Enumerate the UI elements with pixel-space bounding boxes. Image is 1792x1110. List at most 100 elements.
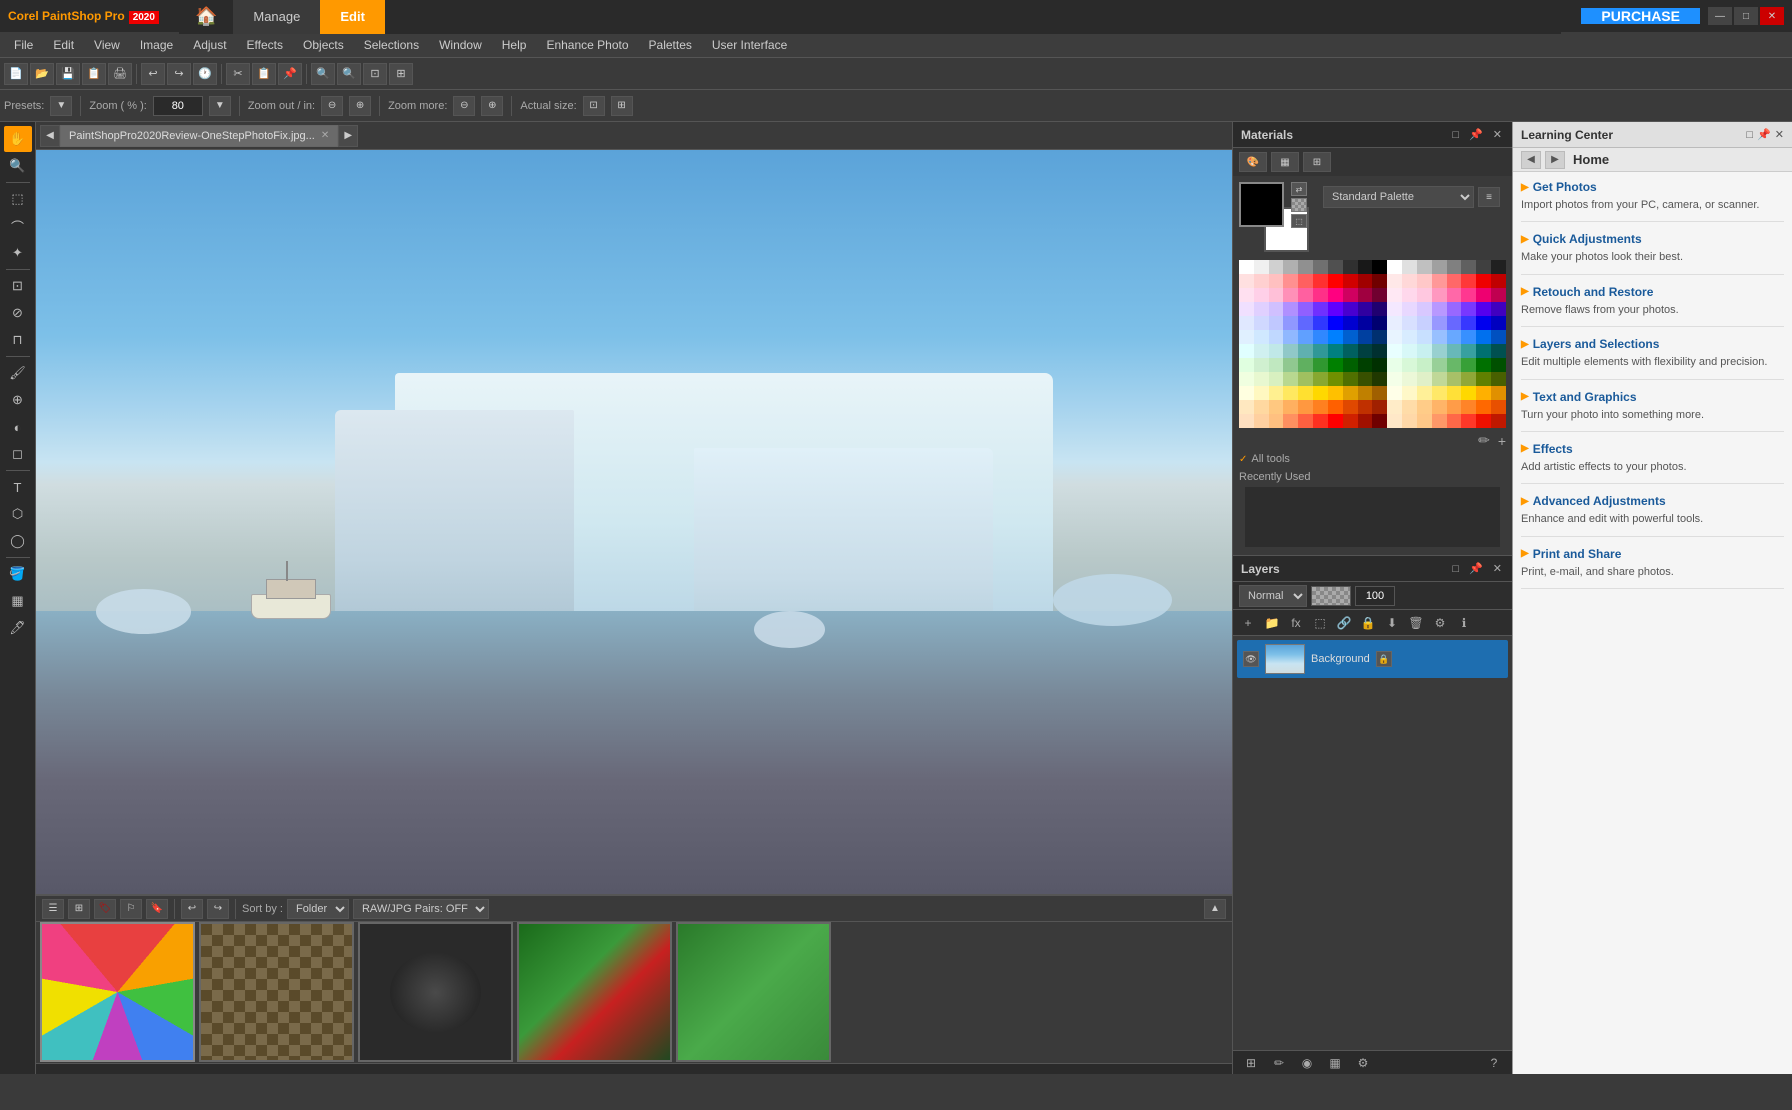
color-cell-3-2[interactable]: [1269, 302, 1284, 316]
color-cell-0-12[interactable]: [1417, 260, 1432, 274]
org-collapse[interactable]: ▲: [1204, 899, 1226, 919]
color-cell-6-12[interactable]: [1417, 344, 1432, 358]
edit-colors-btn[interactable]: ✏: [1478, 432, 1490, 449]
color-cell-0-8[interactable]: [1358, 260, 1373, 274]
color-cell-9-12[interactable]: [1417, 386, 1432, 400]
eraser-tool[interactable]: ◻: [4, 441, 32, 467]
color-cell-10-17[interactable]: [1491, 400, 1506, 414]
color-cell-10-15[interactable]: [1461, 400, 1476, 414]
color-cell-6-11[interactable]: [1402, 344, 1417, 358]
color-cell-5-2[interactable]: [1269, 330, 1284, 344]
layers-pin-btn[interactable]: 📌: [1467, 562, 1485, 575]
color-cell-8-12[interactable]: [1417, 372, 1432, 386]
color-cell-0-11[interactable]: [1402, 260, 1417, 274]
color-cell-7-1[interactable]: [1254, 358, 1269, 372]
color-cell-1-8[interactable]: [1358, 274, 1373, 288]
pan-tool[interactable]: ✋: [4, 126, 32, 152]
menu-objects[interactable]: Objects: [293, 36, 354, 54]
tab-next[interactable]: ▶: [338, 125, 358, 147]
color-cell-5-9[interactable]: [1372, 330, 1387, 344]
color-cell-2-15[interactable]: [1461, 288, 1476, 302]
color-cell-9-10[interactable]: [1387, 386, 1402, 400]
lc-section-header-7[interactable]: ▶Print and Share: [1521, 547, 1784, 561]
color-cell-0-2[interactable]: [1269, 260, 1284, 274]
color-cell-2-14[interactable]: [1447, 288, 1462, 302]
manage-tab[interactable]: Manage: [233, 0, 320, 34]
color-cell-2-11[interactable]: [1402, 288, 1417, 302]
color-cell-8-1[interactable]: [1254, 372, 1269, 386]
color-cell-7-15[interactable]: [1461, 358, 1476, 372]
color-cell-9-14[interactable]: [1447, 386, 1462, 400]
color-cell-7-2[interactable]: [1269, 358, 1284, 372]
color-cell-11-8[interactable]: [1358, 414, 1373, 428]
color-cell-11-1[interactable]: [1254, 414, 1269, 428]
layer-link-btn[interactable]: 🔗: [1333, 612, 1355, 634]
selection-tool[interactable]: ⬚: [4, 186, 32, 212]
color-cell-8-15[interactable]: [1461, 372, 1476, 386]
close-button[interactable]: ✕: [1760, 7, 1784, 25]
color-cell-4-11[interactable]: [1402, 316, 1417, 330]
zoom-actual-btn[interactable]: ⊡: [363, 63, 387, 85]
color-cell-5-16[interactable]: [1476, 330, 1491, 344]
color-cell-2-5[interactable]: [1313, 288, 1328, 302]
document-tab[interactable]: PaintShopPro2020Review-OneStepPhotoFix.j…: [60, 125, 338, 147]
shape-tool[interactable]: ◯: [4, 528, 32, 554]
color-cell-3-4[interactable]: [1298, 302, 1313, 316]
color-cell-7-9[interactable]: [1372, 358, 1387, 372]
menu-effects[interactable]: Effects: [237, 36, 293, 54]
color-cell-9-7[interactable]: [1343, 386, 1358, 400]
color-cell-0-4[interactable]: [1298, 260, 1313, 274]
color-cell-1-16[interactable]: [1476, 274, 1491, 288]
color-cell-4-7[interactable]: [1343, 316, 1358, 330]
lc-section-header-5[interactable]: ▶Effects: [1521, 442, 1784, 456]
color-cell-8-0[interactable]: [1239, 372, 1254, 386]
color-cell-11-4[interactable]: [1298, 414, 1313, 428]
vector-tool[interactable]: ⬡: [4, 501, 32, 527]
foreground-color-box[interactable]: [1239, 182, 1284, 227]
color-cell-6-6[interactable]: [1328, 344, 1343, 358]
color-cell-1-9[interactable]: [1372, 274, 1387, 288]
reset-colors-btn[interactable]: [1291, 198, 1307, 212]
color-cell-6-2[interactable]: [1269, 344, 1284, 358]
status-btn-4[interactable]: ▦: [1325, 1054, 1345, 1072]
fill-tool[interactable]: 🪣: [4, 561, 32, 587]
color-cell-4-5[interactable]: [1313, 316, 1328, 330]
color-cell-9-6[interactable]: [1328, 386, 1343, 400]
color-cell-4-17[interactable]: [1491, 316, 1506, 330]
color-cell-2-10[interactable]: [1387, 288, 1402, 302]
color-cell-6-1[interactable]: [1254, 344, 1269, 358]
color-cell-10-3[interactable]: [1283, 400, 1298, 414]
straighten-tool[interactable]: ⊘: [4, 300, 32, 326]
color-cell-11-14[interactable]: [1447, 414, 1462, 428]
status-btn-3[interactable]: ◉: [1297, 1054, 1317, 1072]
color-cell-8-2[interactable]: [1269, 372, 1284, 386]
color-cell-7-10[interactable]: [1387, 358, 1402, 372]
edit-tab[interactable]: Edit: [320, 0, 385, 34]
color-cell-2-1[interactable]: [1254, 288, 1269, 302]
color-cell-7-11[interactable]: [1402, 358, 1417, 372]
color-cell-9-15[interactable]: [1461, 386, 1476, 400]
color-cell-8-9[interactable]: [1372, 372, 1387, 386]
color-cell-11-11[interactable]: [1402, 414, 1417, 428]
color-cell-1-6[interactable]: [1328, 274, 1343, 288]
color-cell-10-1[interactable]: [1254, 400, 1269, 414]
color-cell-5-11[interactable]: [1402, 330, 1417, 344]
color-cell-4-12[interactable]: [1417, 316, 1432, 330]
color-cell-7-12[interactable]: [1417, 358, 1432, 372]
color-cell-11-3[interactable]: [1283, 414, 1298, 428]
color-cell-4-14[interactable]: [1447, 316, 1462, 330]
doc-tab-close[interactable]: ✕: [321, 130, 329, 141]
menu-image[interactable]: Image: [130, 36, 183, 54]
sort-select[interactable]: Folder Name Date Size: [287, 899, 349, 919]
layer-lock-btn[interactable]: 🔒: [1357, 612, 1379, 634]
blend-mode-select[interactable]: Normal Multiply Screen Overlay: [1239, 585, 1307, 607]
zoom-out-btn2[interactable]: ⊖: [321, 96, 343, 116]
color-cell-2-13[interactable]: [1432, 288, 1447, 302]
color-cell-0-16[interactable]: [1476, 260, 1491, 274]
color-cell-3-14[interactable]: [1447, 302, 1462, 316]
clone-brush[interactable]: ⊕: [4, 387, 32, 413]
color-cell-2-2[interactable]: [1269, 288, 1284, 302]
color-cell-2-7[interactable]: [1343, 288, 1358, 302]
menu-adjust[interactable]: Adjust: [183, 36, 236, 54]
color-cell-0-3[interactable]: [1283, 260, 1298, 274]
